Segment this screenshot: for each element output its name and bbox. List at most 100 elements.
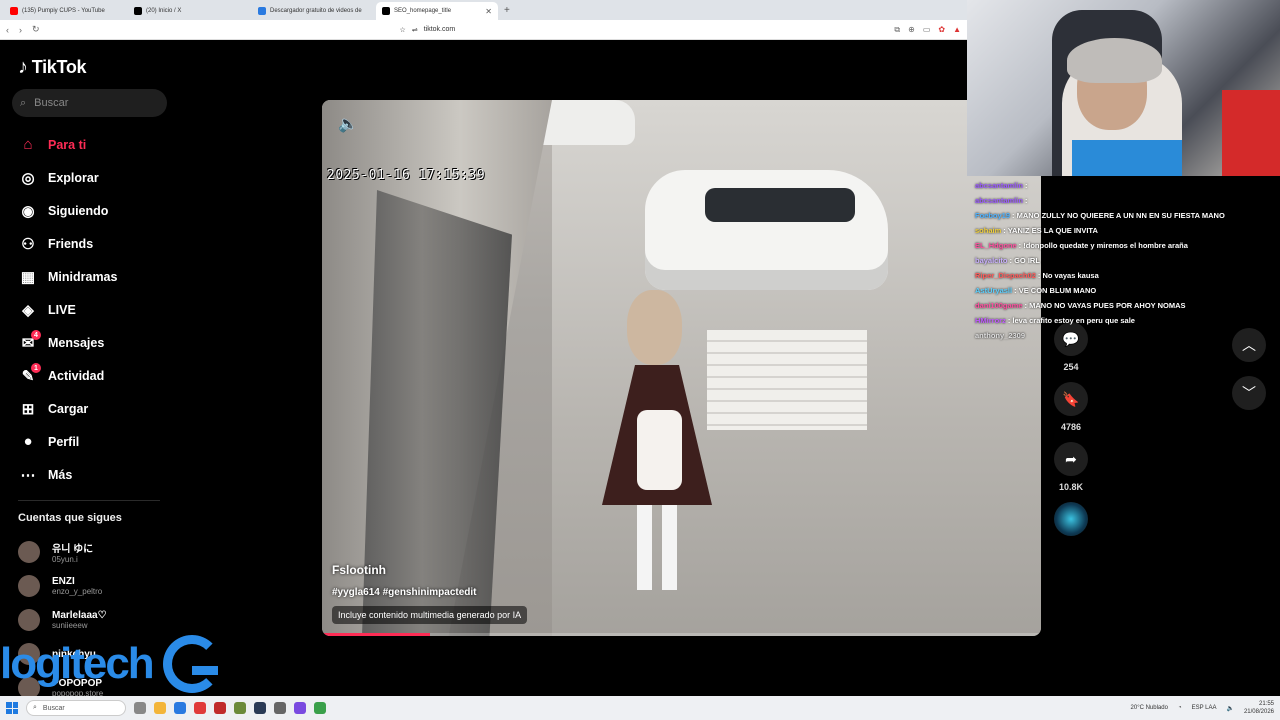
sidebar-item-friends[interactable]: ⚇ Friends — [18, 227, 117, 260]
stream-chat-overlay: abcsantamlin : abcsantamlin : Foeboy19 : M… — [975, 178, 1235, 343]
taskbar-search[interactable]: ⌕ Buscar — [26, 700, 126, 716]
obs-icon[interactable] — [294, 702, 306, 714]
chat-message: sohaim : YANIZ ES LA QUE INVITA — [975, 223, 1235, 238]
video-caption: Fslootinh #yygla614 #genshinimpactedit I… — [332, 563, 528, 624]
app-icon-green-2[interactable] — [314, 702, 326, 714]
webcam-hair — [1067, 38, 1162, 83]
alert-icon[interactable]: ▲ — [953, 25, 961, 35]
avatar — [18, 609, 40, 631]
file-explorer-icon[interactable] — [154, 702, 166, 714]
search-icon: ⌕ — [33, 704, 37, 711]
cast-icon[interactable]: ▭ — [923, 25, 931, 35]
steam-icon[interactable] — [254, 702, 266, 714]
following-account[interactable]: ENZI enzo_y_peltro — [18, 569, 107, 603]
browser-tab[interactable]: (135) Pumpiy CUPS - YouTube — [4, 2, 126, 20]
browser-tab[interactable]: (20) Inicio / X — [128, 2, 250, 20]
weather-text[interactable]: 20°C Nublado — [1131, 705, 1168, 711]
close-tab-icon[interactable]: ✕ — [485, 7, 492, 16]
forward-icon[interactable]: › — [19, 25, 22, 35]
account-name: ENZI — [52, 576, 75, 587]
home-icon: ⌂ — [23, 136, 33, 153]
sidebar-item-explorar[interactable]: ◎ Explorar — [18, 161, 117, 194]
following-account[interactable]: 유니 ゆに 05yun.i — [18, 535, 107, 569]
chat-username: EL_Hdgone — [975, 241, 1017, 250]
sidebar-item-minidramas[interactable]: ▦ Minidramas — [18, 260, 118, 293]
tab-favicon — [258, 7, 266, 15]
volume-icon[interactable]: 🔈 — [338, 114, 358, 134]
sidebar-item-live[interactable]: ◈ LIVE — [18, 293, 117, 326]
video-actions: 💬 254 🔖 4786 ➦ 10.8K — [1053, 322, 1089, 536]
url-text: tiktok.com — [423, 26, 456, 33]
chat-message: anthony_2309 — [975, 328, 1235, 343]
sidebar-item-cargar[interactable]: ⊞ Cargar — [18, 392, 117, 425]
chat-text: : GO IRL — [1009, 256, 1040, 265]
friends-icon: ⚇ — [21, 235, 35, 253]
tab-favicon — [134, 7, 142, 15]
video-author[interactable]: Fslootinh — [332, 563, 527, 577]
settings-icon[interactable] — [274, 702, 286, 714]
sidebar-item-más[interactable]: ⋯ Más — [18, 458, 117, 491]
avatar — [18, 575, 40, 597]
back-icon[interactable]: ‹ — [6, 25, 9, 35]
tiktok-logo[interactable]: ♪ TikTok — [18, 56, 87, 79]
chat-username: abcsantamlin — [975, 181, 1023, 190]
sidebar-item-label: LIVE — [48, 302, 76, 317]
task-view-icon[interactable] — [134, 702, 146, 714]
reload-icon[interactable]: ↻ — [32, 24, 40, 35]
video-person-head — [627, 290, 682, 365]
bookmark-button[interactable]: 🔖 4786 — [1054, 382, 1088, 432]
new-tab-button[interactable]: + — [504, 5, 510, 16]
chat-text: : MANO ZULLY NO QUIEERE A UN NN EN SU FI… — [1012, 211, 1225, 220]
windows-start-icon[interactable] — [6, 702, 18, 714]
action-count: 4786 — [1060, 422, 1082, 432]
next-video-button[interactable]: ﹀ — [1232, 376, 1266, 410]
app-icon-green[interactable] — [234, 702, 246, 714]
tiktok-note-icon: ♪ — [18, 56, 28, 78]
store-icon[interactable] — [174, 702, 186, 714]
sidebar-item-siguiendo[interactable]: ◉ Siguiendo — [18, 194, 117, 227]
chat-username: bayalcito — [975, 256, 1008, 265]
clock[interactable]: 21:55 21/08/2026 — [1244, 700, 1274, 716]
search-input[interactable]: ⌕ Buscar — [12, 89, 167, 117]
bookmark-star-icon[interactable]: ☆ — [400, 26, 406, 34]
sidebar-divider — [18, 500, 160, 501]
language-indicator[interactable]: ESP LAA — [1192, 705, 1217, 711]
video-progress-bar[interactable] — [322, 633, 1041, 636]
previous-video-button[interactable]: ︿ — [1232, 328, 1266, 362]
tab-favicon — [10, 7, 18, 15]
app-icon-red[interactable] — [214, 702, 226, 714]
clock-date: 21/08/2026 — [1243, 709, 1274, 715]
browser-tab[interactable]: SEO_homepage_title ✕ — [376, 2, 498, 20]
browser-tab[interactable]: Descargador gratuito de videos de — [252, 2, 374, 20]
chat-username: anthony_2309 — [975, 331, 1026, 340]
video-player[interactable]: 2025-01-16 17:15:39 🔈 Fslootinh #yygla61… — [322, 100, 1041, 636]
extension-icon[interactable]: ✿ — [938, 25, 945, 35]
video-hashtags[interactable]: #yygla614 #genshinimpactedit — [332, 587, 527, 598]
translate-icon[interactable]: ⧉ — [894, 25, 900, 35]
wifi-icon[interactable]: ◔ — [1178, 705, 1182, 711]
sidebar-item-actividad[interactable]: ✎ 1 Actividad — [18, 359, 117, 392]
music-disc-icon[interactable] — [1054, 502, 1088, 536]
chat-message: HMirrorz : leva crafito estoy en peru qu… — [975, 313, 1235, 328]
sidebar-item-mensajes[interactable]: ✉ 4 Mensajes — [18, 326, 117, 359]
share-button[interactable]: ➦ 10.8K — [1054, 442, 1088, 492]
volume-tray-icon[interactable]: 🔈 — [1226, 705, 1233, 712]
sidebar-item-label: Perfil — [48, 434, 80, 449]
video-car-white — [645, 170, 888, 290]
account-name: 유니 ゆに — [52, 544, 94, 555]
minidramas-icon: ▦ — [20, 268, 36, 286]
chat-username: Foeboy19 — [975, 211, 1011, 220]
account-name: Marlelaaa♡ — [52, 610, 107, 621]
following-title: Cuentas que sigues — [18, 512, 122, 524]
zoom-icon[interactable]: ⊕ — [908, 25, 915, 35]
sidebar-item-para-ti[interactable]: ⌂ Para ti — [18, 128, 117, 161]
site-info-icon[interactable]: ⇌ — [412, 26, 418, 34]
main-menu: ⌂ Para ti ◎ Explorar ◉ Siguiendo ⚇ Friends ▦… — [18, 128, 118, 491]
sidebar-item-perfil[interactable]: ● Perfil — [18, 425, 117, 458]
account-username: suniieeew — [52, 621, 88, 630]
chat-message: Riper_Dispach02 : No vayas kausa — [975, 268, 1235, 283]
url-field[interactable]: ☆ ⇌ tiktok.com — [400, 26, 456, 34]
search-placeholder: Buscar — [34, 97, 69, 109]
chat-message: AstUryasll : VE CON BLUM MANO — [975, 283, 1235, 298]
chrome-icon[interactable] — [194, 702, 206, 714]
